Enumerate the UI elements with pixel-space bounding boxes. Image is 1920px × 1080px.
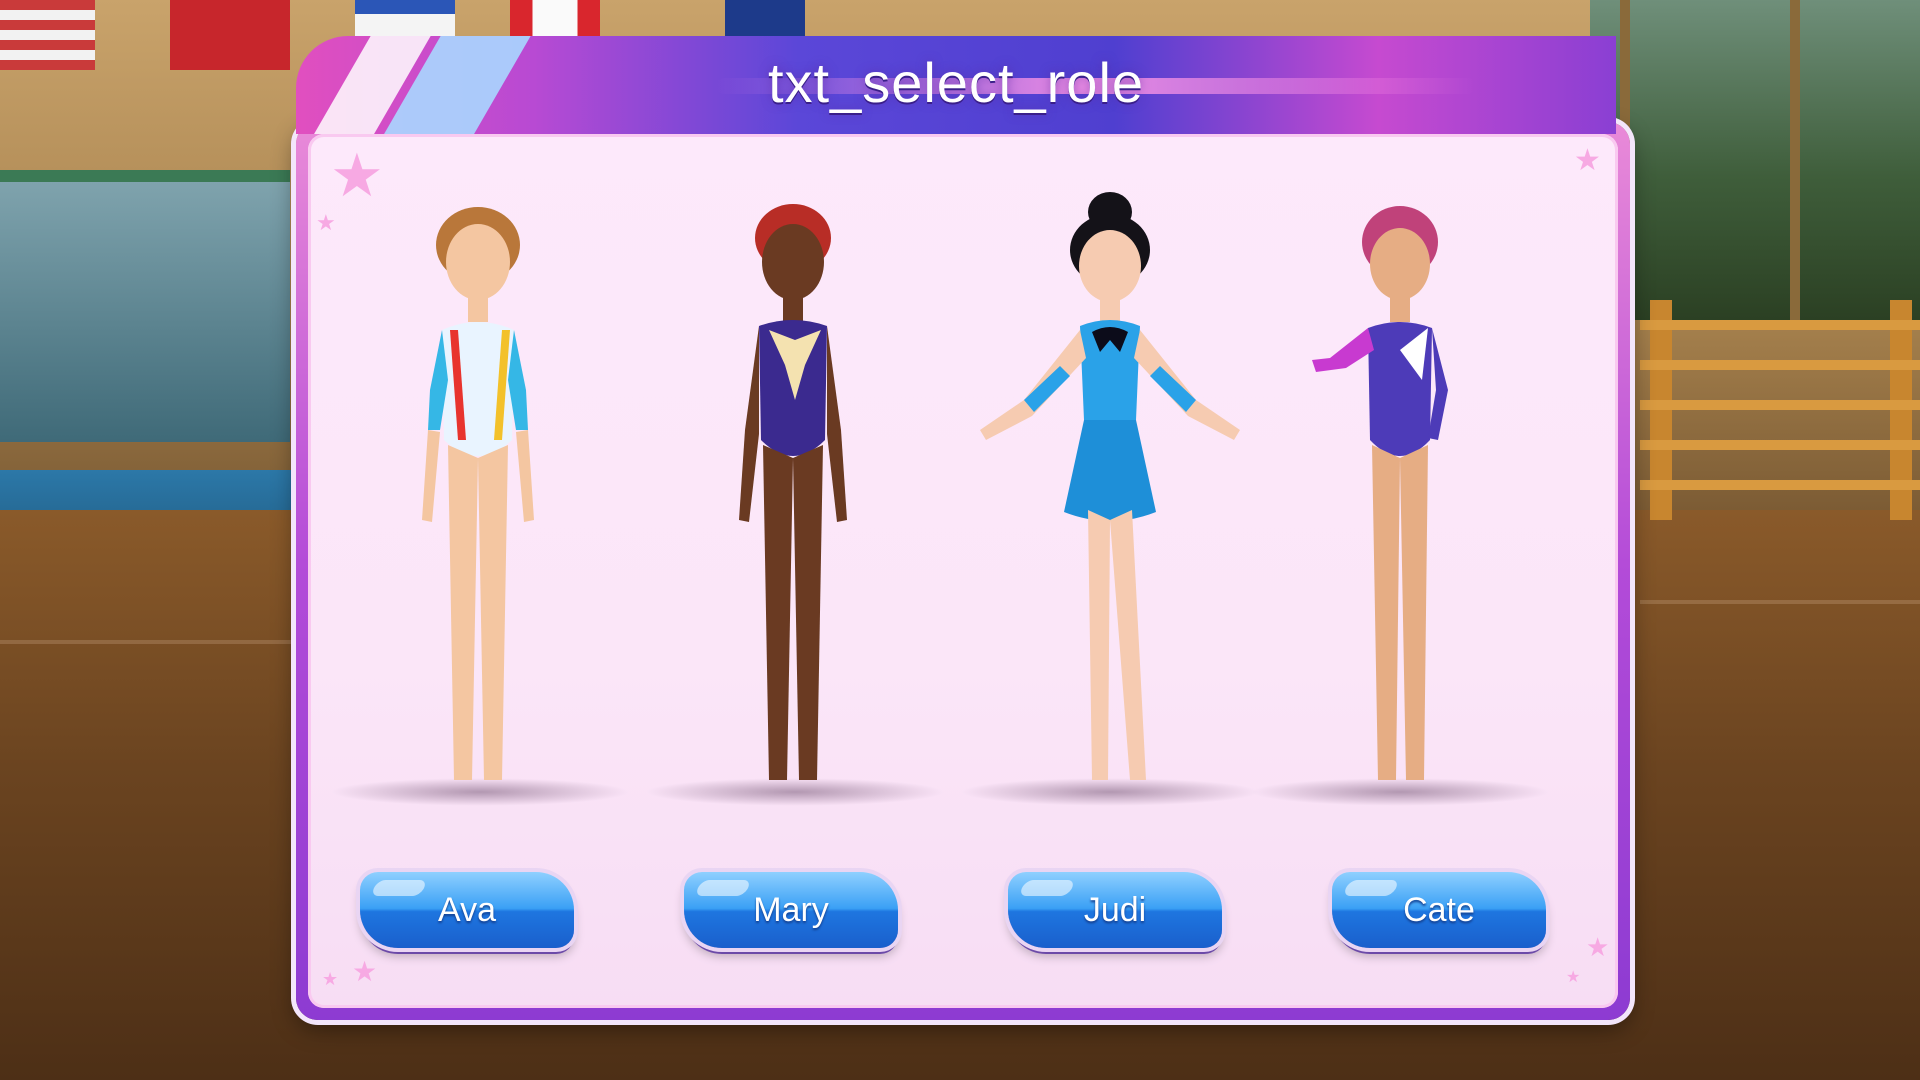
window-right	[1590, 0, 1920, 320]
character-cate	[1312, 206, 1448, 780]
title-banner: txt_select_role	[296, 36, 1616, 134]
window-left	[0, 170, 290, 442]
star-icon: ★	[322, 969, 339, 989]
dialog-title: txt_select_role	[767, 51, 1145, 114]
flag-usa	[0, 0, 95, 70]
star-icon: ★	[352, 956, 378, 987]
character-ava	[422, 207, 534, 780]
role-card-mary[interactable]	[645, 190, 945, 810]
star-icon: ★	[1586, 932, 1610, 962]
wall-bars	[1640, 300, 1920, 520]
select-cate-button[interactable]: Cate	[1332, 872, 1546, 948]
role-card-ava[interactable]	[330, 190, 630, 810]
star-icon: ★	[1566, 969, 1581, 986]
character-judi	[980, 192, 1240, 780]
star-icon: ★	[1574, 144, 1601, 177]
select-mary-button[interactable]: Mary	[684, 872, 898, 948]
select-ava-button[interactable]: Ava	[360, 872, 574, 948]
role-card-cate[interactable]	[1250, 190, 1550, 810]
character-mary	[739, 204, 847, 780]
role-card-judi[interactable]	[960, 190, 1260, 810]
flag-red	[170, 0, 290, 70]
select-judi-button[interactable]: Judi	[1008, 872, 1222, 948]
